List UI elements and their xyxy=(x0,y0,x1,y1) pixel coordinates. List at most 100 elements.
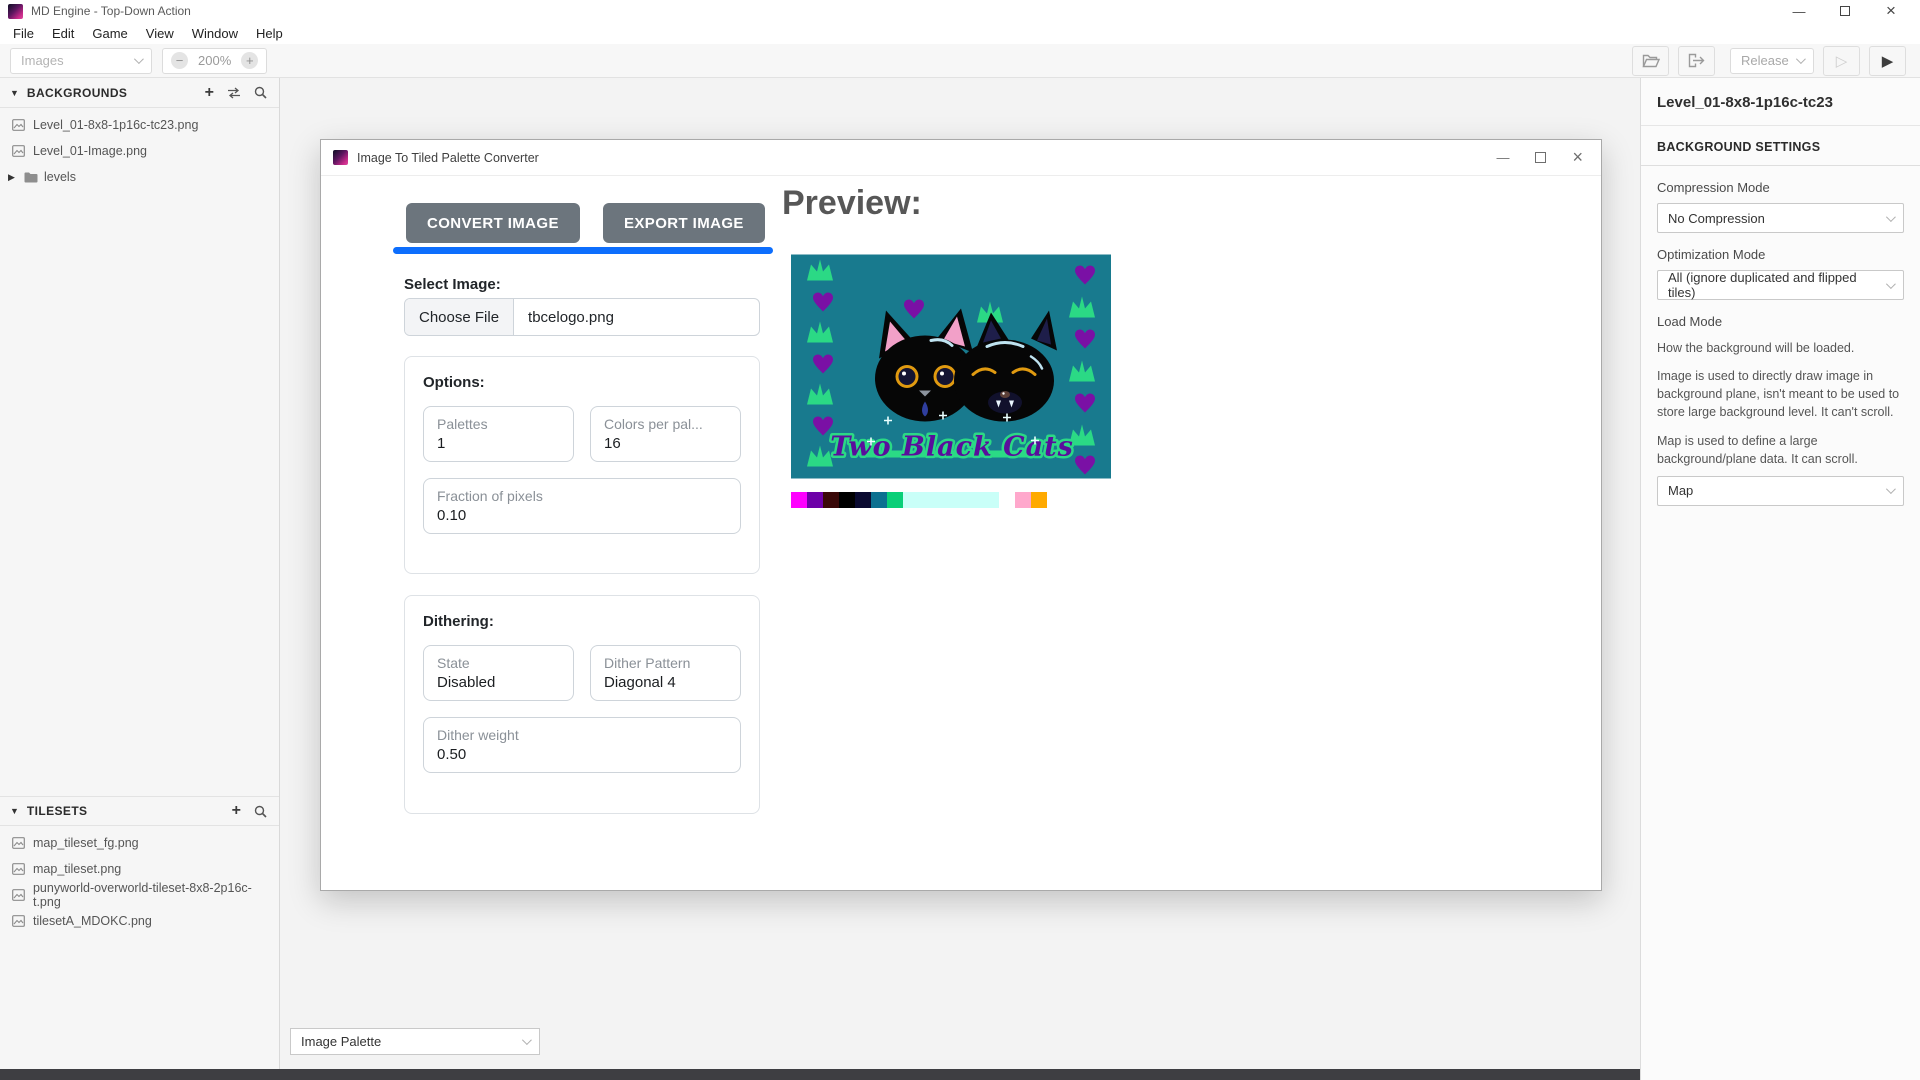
image-file-icon xyxy=(12,863,25,875)
preview-image: Two Black Cats xyxy=(791,254,1111,479)
chevron-down-icon xyxy=(522,1035,532,1045)
image-file-icon xyxy=(12,119,25,131)
palette-swatch xyxy=(887,492,903,508)
palette-swatch xyxy=(983,492,999,508)
export-icon xyxy=(1688,53,1706,68)
select-image-label: Select Image: xyxy=(404,276,501,293)
load-mode-desc-1: How the background will be loaded. xyxy=(1657,339,1904,357)
menu-edit[interactable]: Edit xyxy=(43,22,83,44)
app-window: MD Engine - Top-Down Action — × File Edi… xyxy=(0,0,1920,1080)
chevron-down-icon xyxy=(1886,484,1896,494)
zoom-in-button[interactable]: + xyxy=(241,52,258,69)
inspector-panel: Level_01-8x8-1p16c-tc23 BACKGROUND SETTI… xyxy=(1640,78,1920,1080)
dialog-minimize-icon[interactable]: — xyxy=(1496,150,1509,165)
load-mode-label: Load Mode xyxy=(1657,314,1904,329)
palette-swatch xyxy=(919,492,935,508)
preview-heading: Preview: xyxy=(782,184,922,223)
dithering-title: Dithering: xyxy=(423,613,741,630)
build-config-select[interactable]: Release xyxy=(1730,48,1814,74)
tileset-item[interactable]: map_tileset.png xyxy=(0,856,279,882)
window-title: MD Engine - Top-Down Action xyxy=(31,4,191,18)
menu-window[interactable]: Window xyxy=(183,22,247,44)
chevron-down-icon xyxy=(1886,279,1896,289)
add-background-button[interactable]: + xyxy=(205,85,214,101)
export-build-button[interactable] xyxy=(1678,46,1715,76)
collapse-triangle-icon[interactable]: ▼ xyxy=(10,806,19,816)
colors-per-palette-field[interactable]: Colors per pal... 16 xyxy=(590,406,741,462)
dialog-close-icon[interactable]: × xyxy=(1572,147,1583,168)
options-card: Options: Palettes 1 Colors per pal... 16… xyxy=(404,356,760,574)
app-logo-icon xyxy=(8,4,23,19)
dither-state-field[interactable]: State Disabled xyxy=(423,645,574,701)
expand-triangle-icon[interactable]: ▶ xyxy=(8,172,18,183)
tileset-item[interactable]: map_tileset_fg.png xyxy=(0,830,279,856)
dialog-title-bar[interactable]: Image To Tiled Palette Converter — × xyxy=(321,140,1601,176)
background-item[interactable]: Level_01-Image.png xyxy=(0,138,279,164)
palettes-field[interactable]: Palettes 1 xyxy=(423,406,574,462)
load-mode-select[interactable]: Map xyxy=(1657,476,1904,506)
play-icon: ▶ xyxy=(1882,52,1894,70)
file-input[interactable]: Choose File tbcelogo.png xyxy=(404,298,760,336)
title-bar: MD Engine - Top-Down Action — × xyxy=(0,0,1920,22)
chevron-down-icon xyxy=(1886,212,1896,222)
convert-image-button[interactable]: CONVERT IMAGE xyxy=(406,203,580,243)
dither-pattern-field[interactable]: Dither Pattern Diagonal 4 xyxy=(590,645,741,701)
dialog-maximize-icon[interactable] xyxy=(1535,152,1546,163)
images-mode-select[interactable]: Images xyxy=(10,48,152,74)
run-button[interactable]: ▶ xyxy=(1869,46,1906,76)
menu-help[interactable]: Help xyxy=(247,22,292,44)
zoom-controls: − 200% + xyxy=(162,48,267,74)
close-icon[interactable]: × xyxy=(1868,0,1914,22)
tileset-item[interactable]: tilesetA_MDOKC.png xyxy=(0,908,279,934)
chevron-down-icon xyxy=(134,54,144,64)
menu-file[interactable]: File xyxy=(4,22,43,44)
palette-swatch xyxy=(823,492,839,508)
open-folder-button[interactable] xyxy=(1632,46,1669,76)
palette-swatch xyxy=(967,492,983,508)
main-toolbar: Images − 200% + Release xyxy=(0,44,1920,78)
backgrounds-panel: ▼ BACKGROUNDS + xyxy=(0,78,279,190)
backgrounds-panel-header[interactable]: ▼ BACKGROUNDS + xyxy=(0,78,279,108)
collapse-triangle-icon[interactable]: ▼ xyxy=(10,88,19,98)
palette-swatch xyxy=(871,492,887,508)
image-file-icon xyxy=(12,915,25,927)
chevron-down-icon xyxy=(1796,54,1806,64)
tilesets-panel: ▼ TILESETS + map_tileset_fg.png xyxy=(0,796,279,934)
menu-view[interactable]: View xyxy=(137,22,183,44)
progress-bar xyxy=(393,247,773,254)
background-item[interactable]: Level_01-8x8-1p16c-tc23.png xyxy=(0,112,279,138)
search-icon[interactable] xyxy=(254,805,267,818)
minimize-icon[interactable]: — xyxy=(1776,0,1822,22)
palette-swatch xyxy=(903,492,919,508)
palette-swatch xyxy=(935,492,951,508)
image-palette-select[interactable]: Image Palette xyxy=(290,1028,540,1055)
run-debug-button[interactable]: ▷ xyxy=(1823,46,1860,76)
background-folder-item[interactable]: ▶ levels xyxy=(0,164,279,190)
search-icon[interactable] xyxy=(254,86,267,99)
converter-dialog: Image To Tiled Palette Converter — × CON… xyxy=(320,139,1602,891)
dialog-title: Image To Tiled Palette Converter xyxy=(357,151,539,165)
sync-icon[interactable] xyxy=(227,87,241,99)
menu-game[interactable]: Game xyxy=(83,22,136,44)
palette-swatch xyxy=(791,492,807,508)
tilesets-panel-header[interactable]: ▼ TILESETS + xyxy=(0,796,279,826)
optimization-mode-select[interactable]: All (ignore duplicated and flipped tiles… xyxy=(1657,270,1904,300)
bottom-scrollbar[interactable] xyxy=(0,1069,1640,1080)
compression-mode-select[interactable]: No Compression xyxy=(1657,203,1904,233)
folder-icon xyxy=(24,172,38,183)
palette-swatch xyxy=(839,492,855,508)
window-controls: — × xyxy=(1776,0,1914,22)
add-tileset-button[interactable]: + xyxy=(232,803,241,819)
toolbar-right-group: Release ▷ ▶ xyxy=(1632,46,1910,76)
tileset-item[interactable]: punyworld-overworld-tileset-8x8-2p16c-t.… xyxy=(0,882,279,908)
zoom-level: 200% xyxy=(198,53,231,68)
export-image-button[interactable]: EXPORT IMAGE xyxy=(603,203,765,243)
maximize-icon[interactable] xyxy=(1822,0,1868,22)
preview-image-title: Two Black Cats xyxy=(830,432,1074,463)
zoom-out-button[interactable]: − xyxy=(171,52,188,69)
load-mode-desc-3: Map is used to define a large background… xyxy=(1657,432,1904,468)
fraction-of-pixels-field[interactable]: Fraction of pixels 0.10 xyxy=(423,478,741,534)
optimization-mode-label: Optimization Mode xyxy=(1657,247,1904,262)
dither-weight-field[interactable]: Dither weight 0.50 xyxy=(423,717,741,773)
choose-file-button[interactable]: Choose File xyxy=(405,299,514,335)
